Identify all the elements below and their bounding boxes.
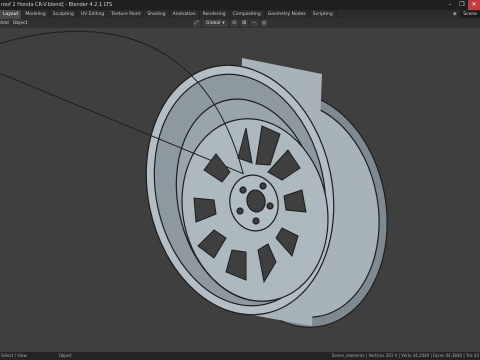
orientation-axes-icon: ⤢ bbox=[193, 20, 200, 27]
tab-uv-editing[interactable]: UV Editing bbox=[78, 10, 109, 19]
tab-layout[interactable]: Layout bbox=[0, 10, 23, 19]
window-title: roof 2 Honda CR-V.blend] - Blender 4.2.1… bbox=[1, 2, 113, 8]
title-bar: roof 2 Honda CR-V.blend] - Blender 4.2.1… bbox=[0, 0, 480, 10]
minimize-button[interactable]: – bbox=[444, 0, 456, 10]
tab-animation[interactable]: Animation bbox=[170, 10, 200, 19]
status-left: Select / View Object bbox=[1, 352, 72, 360]
tab-compositing[interactable]: Compositing bbox=[230, 10, 265, 19]
maximize-button[interactable]: ❐ bbox=[456, 0, 468, 10]
scene-name-field[interactable]: Scene bbox=[460, 11, 480, 18]
viewport-header: Add Object ⤢ Global ▾ ⊙ ⊞ ⋯ ◎ bbox=[0, 19, 480, 28]
tab-modeling[interactable]: Modeling bbox=[22, 10, 50, 19]
snap-options-icon[interactable]: ⋯ bbox=[250, 20, 258, 27]
chevron-down-icon: ▾ bbox=[222, 21, 225, 26]
tab-sculpting[interactable]: Sculpting bbox=[50, 10, 78, 19]
tab-shading[interactable]: Shading bbox=[144, 10, 170, 19]
transform-controls: ⤢ Global ▾ ⊙ ⊞ ⋯ ◎ bbox=[193, 20, 268, 27]
transform-orientation-label: Global bbox=[206, 21, 221, 26]
scene-statistics: Scene_elements | Vertices 203 V | Verts … bbox=[331, 353, 479, 358]
status-bar: Select / View Object Scene_elements | Ve… bbox=[0, 352, 480, 360]
scene-icon: ◈ bbox=[452, 11, 457, 17]
workspace-bar: Layout Modeling Sculpting UV Editing Tex… bbox=[0, 10, 480, 19]
status-select-hint: Select / View bbox=[1, 353, 27, 358]
tab-texture-paint[interactable]: Texture Paint bbox=[108, 10, 145, 19]
scene-selector: ◈ Scene bbox=[451, 11, 480, 18]
workspace-tabs: Layout Modeling Sculpting UV Editing Tex… bbox=[0, 10, 337, 19]
tab-scripting[interactable]: Scripting bbox=[310, 10, 337, 19]
proportional-edit-icon[interactable]: ◎ bbox=[260, 20, 268, 27]
transform-orientation-dropdown[interactable]: Global ▾ bbox=[203, 20, 228, 27]
window-controls: – ❐ ✕ bbox=[444, 0, 480, 10]
wheel-model bbox=[0, 30, 388, 328]
close-button[interactable]: ✕ bbox=[468, 0, 480, 10]
pivot-icon[interactable]: ⊙ bbox=[230, 20, 238, 27]
status-object-hint: Object bbox=[58, 353, 72, 358]
tab-rendering[interactable]: Rendering bbox=[200, 10, 230, 19]
menu-object[interactable]: Object bbox=[13, 19, 28, 28]
snap-icon[interactable]: ⊞ bbox=[240, 20, 248, 27]
menu-add[interactable]: Add bbox=[0, 19, 9, 28]
viewport-menu: Add Object bbox=[0, 19, 27, 28]
tab-geometry-nodes[interactable]: Geometry Nodes bbox=[265, 10, 310, 19]
3d-viewport[interactable] bbox=[0, 28, 480, 352]
